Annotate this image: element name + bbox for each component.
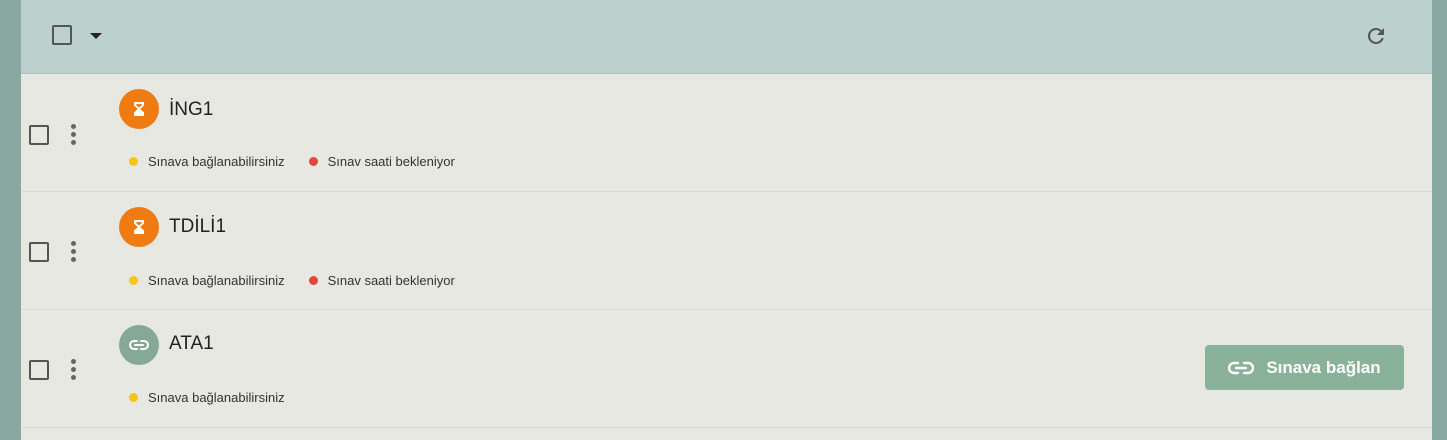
yellow-dot-icon	[129, 157, 138, 166]
connect-exam-button[interactable]: Sınava bağlan	[1205, 345, 1404, 390]
exam-status-tags: Sınava bağlanabilirsiniz Sınav saati bek…	[129, 154, 479, 169]
status-tag: Sınava bağlanabilirsiniz	[129, 154, 285, 169]
refresh-icon[interactable]	[1364, 24, 1388, 48]
red-dot-icon	[308, 276, 318, 285]
exam-row: TDİLİ1 Sınava bağlanabilirsiniz Sınav sa…	[21, 192, 1432, 310]
exam-row: ATA1 Sınava bağlanabilirsiniz Sınava bağ…	[21, 310, 1432, 428]
connect-exam-button-label: Sınava bağlan	[1266, 357, 1381, 377]
status-tag: Sınav saati bekleniyor	[308, 154, 455, 169]
exam-title: İNG1	[169, 99, 214, 120]
status-tag: Sınava bağlanabilirsiniz	[129, 273, 285, 288]
caret-down-icon[interactable]	[90, 33, 102, 39]
exam-title: TDİLİ1	[169, 216, 227, 237]
row-checkbox[interactable]	[29, 242, 49, 262]
status-tag-label: Sınava bağlanabilirsiniz	[148, 154, 285, 169]
status-tag: Sınava bağlanabilirsiniz	[129, 390, 285, 405]
status-tag-label: Sınava bağlanabilirsiniz	[148, 390, 285, 405]
exam-status-tags: Sınava bağlanabilirsiniz Sınav saati bek…	[129, 273, 479, 288]
row-checkbox[interactable]	[29, 125, 49, 145]
red-dot-icon	[308, 157, 318, 166]
link-icon	[119, 325, 159, 365]
more-options-icon[interactable]	[69, 124, 77, 146]
select-all-checkbox[interactable]	[52, 25, 72, 45]
hourglass-icon	[119, 89, 159, 129]
exam-row: İNG1 Sınava bağlanabilirsiniz Sınav saat…	[21, 74, 1432, 192]
status-tag-label: Sınav saati bekleniyor	[327, 273, 455, 288]
status-tag: Sınav saati bekleniyor	[308, 273, 455, 288]
exam-title: ATA1	[169, 333, 214, 354]
status-tag-label: Sınava bağlanabilirsiniz	[148, 273, 285, 288]
row-checkbox[interactable]	[29, 360, 49, 380]
yellow-dot-icon	[129, 276, 138, 285]
yellow-dot-icon	[129, 393, 138, 402]
exam-status-tags: Sınava bağlanabilirsiniz	[129, 390, 309, 405]
list-toolbar	[21, 0, 1432, 74]
exam-list-panel: İNG1 Sınava bağlanabilirsiniz Sınav saat…	[21, 0, 1432, 440]
more-options-icon[interactable]	[69, 241, 77, 263]
status-tag-label: Sınav saati bekleniyor	[327, 154, 455, 169]
hourglass-icon	[119, 207, 159, 247]
link-icon	[1228, 361, 1255, 374]
more-options-icon[interactable]	[69, 359, 77, 381]
